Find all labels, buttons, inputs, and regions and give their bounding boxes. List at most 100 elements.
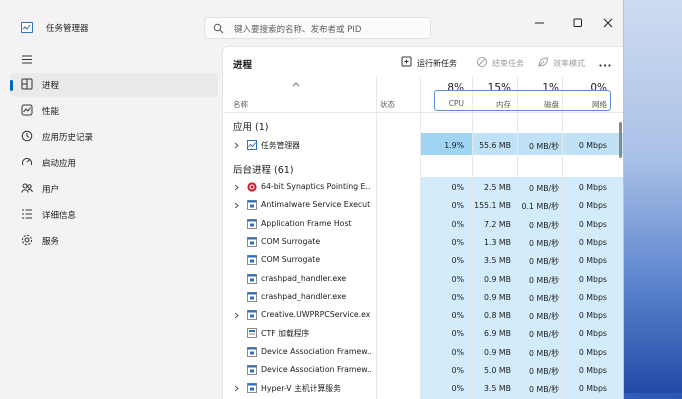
process-icon <box>247 273 257 284</box>
process-icon <box>247 365 257 375</box>
process-row[interactable]: Device Association Framew... 0% 0.9 MB 0 MB… <box>223 343 623 361</box>
process-icon <box>247 383 257 394</box>
cpu-cell: 1.9% <box>444 141 464 150</box>
sidebar-item-processes[interactable]: 进程 <box>10 73 218 97</box>
minimize-icon <box>535 22 544 24</box>
process-row[interactable]: Device Association Framew... 0% 5.0 MB 0 MB… <box>223 361 623 379</box>
expand-chevron-icon[interactable] <box>234 385 239 394</box>
minimize-button[interactable] <box>530 14 550 32</box>
memory-cell: 155.1 MB <box>474 201 511 211</box>
scrollbar-thumb[interactable] <box>619 122 622 158</box>
network-cell: 0 Mbps <box>578 329 607 339</box>
expand-chevron-icon[interactable] <box>234 184 239 193</box>
column-header-name[interactable]: 名称 <box>233 99 248 110</box>
network-cell: 0 Mbps <box>578 366 607 375</box>
memory-cell: 0.8 MB <box>484 311 511 321</box>
disk-cell: 0 MB/秒 <box>529 220 559 230</box>
memory-cell: 2.5 MB <box>484 183 511 192</box>
network-cell: 0 Mbps <box>578 384 607 394</box>
process-icon <box>247 310 257 321</box>
sidebar-item-services[interactable]: 服务 <box>10 229 218 253</box>
network-cell: 0 Mbps <box>578 183 607 192</box>
process-row[interactable]: COM Surrogate 0% 3.5 MB 0 MB/秒 0 Mbps <box>223 251 623 269</box>
header-divider <box>223 112 623 113</box>
column-header-status[interactable]: 状态 <box>380 99 395 110</box>
process-icon <box>247 218 257 229</box>
hamburger-menu-icon[interactable] <box>22 55 33 66</box>
cpu-cell: 0% <box>451 183 464 192</box>
sidebar-item-label: 用户 <box>42 185 60 195</box>
sidebar-item-performance[interactable]: 性能 <box>10 99 218 123</box>
process-row[interactable]: Antimalware Service Execut... 0% 155.1 MB 0… <box>223 196 623 214</box>
expand-chevron-icon[interactable] <box>234 312 239 321</box>
sidebar-item-label: 服务 <box>42 237 60 247</box>
task-manager-app-icon <box>21 22 33 33</box>
memory-cell: 0.9 MB <box>484 347 511 357</box>
process-row[interactable]: Hyper-V 主机计算服务 0% 3.5 MB 0 MB/秒 0 Mbps <box>223 379 623 397</box>
sidebar-item-details[interactable]: 详细信息 <box>10 203 218 227</box>
processes-icon <box>21 78 34 91</box>
efficiency-leaf-icon <box>537 56 549 70</box>
expand-chevron-icon[interactable] <box>234 202 239 211</box>
memory-cell: 6.9 MB <box>484 329 511 339</box>
maximize-button[interactable] <box>568 14 588 32</box>
process-name: crashpad_handler.exe <box>261 273 347 283</box>
title-bar[interactable]: 任务管理器 键入要搜索的名称、发布者或 PID <box>0 0 623 46</box>
sort-caret-icon[interactable] <box>292 80 300 89</box>
network-cell: 0 Mbps <box>578 141 607 150</box>
sidebar-item-startup-apps[interactable]: 启动应用 <box>10 151 218 175</box>
process-row[interactable]: Creative.UWPRPCService.ex... 0% 0.8 MB 0 MB… <box>223 306 623 324</box>
network-cell: 0 Mbps <box>578 347 607 357</box>
cpu-cell: 0% <box>451 366 464 375</box>
close-icon <box>603 18 613 28</box>
process-row[interactable]: CTF 加载程序 0% 6.9 MB 0 MB/秒 0 Mbps <box>223 324 623 342</box>
process-row[interactable]: crashpad_handler.exe 0% 0.9 MB 0 MB/秒 0 Mbps <box>223 288 623 306</box>
resource-columns-highlight <box>434 90 611 111</box>
memory-cell: 3.5 MB <box>484 384 511 394</box>
cpu-cell: 0% <box>451 274 464 284</box>
disk-cell: 0 MB/秒 <box>529 184 559 193</box>
network-cell: 0 Mbps <box>578 201 607 211</box>
group-title-background: 后台进程 (61) <box>233 165 294 176</box>
process-name: Antimalware Service Execut... <box>261 200 371 210</box>
sidebar-item-users[interactable]: 用户 <box>10 177 218 201</box>
synaptics-icon <box>247 182 257 192</box>
disk-cell: 0 MB/秒 <box>529 367 559 376</box>
network-cell: 0 Mbps <box>578 311 607 321</box>
network-cell: 0 Mbps <box>578 274 607 284</box>
disk-cell: 0 MB/秒 <box>529 257 559 267</box>
performance-icon <box>21 104 34 117</box>
sidebar-item-label: 性能 <box>42 107 60 117</box>
memory-cell: 0.9 MB <box>484 292 511 302</box>
disk-cell: 0 MB/秒 <box>529 275 559 285</box>
process-name: CTF 加载程序 <box>261 329 310 339</box>
disk-cell: 0 MB/秒 <box>529 293 559 303</box>
close-button[interactable] <box>598 14 618 32</box>
process-icon <box>247 255 257 266</box>
app-history-icon <box>21 130 34 143</box>
process-icon <box>247 346 257 357</box>
group-title-apps: 应用 (1) <box>233 122 269 133</box>
process-name: Device Association Framew... <box>261 346 371 356</box>
disk-cell: 0 MB/秒 <box>529 385 559 395</box>
search-placeholder: 键入要搜索的名称、发布者或 PID <box>234 25 362 35</box>
disk-cell: 0 MB/秒 <box>529 348 559 358</box>
process-name: Device Association Framew... <box>261 365 371 374</box>
more-options-icon[interactable] <box>599 60 611 69</box>
process-row[interactable]: Application Frame Host 0% 7.2 MB 0 MB/秒 0 Mb… <box>223 215 623 233</box>
end-task-label: 结束任务 <box>492 59 524 68</box>
process-icon <box>247 200 257 211</box>
process-row[interactable]: crashpad_handler.exe 0% 0.9 MB 0 MB/秒 0 Mbps <box>223 270 623 288</box>
cpu-cell: 0% <box>451 256 464 266</box>
sidebar-item-app-history[interactable]: 应用历史记录 <box>10 125 218 149</box>
expand-chevron-icon[interactable] <box>234 142 239 151</box>
cpu-cell: 0% <box>451 219 464 229</box>
process-row[interactable]: 64-bit Synaptics Pointing E... 0% 2.5 MB 0 … <box>223 178 623 196</box>
search-box[interactable]: 键入要搜索的名称、发布者或 PID <box>204 17 431 39</box>
disk-cell: 0 MB/秒 <box>529 238 559 248</box>
process-row[interactable]: COM Surrogate 0% 1.3 MB 0 MB/秒 0 Mbps <box>223 233 623 251</box>
process-name: 任务管理器 <box>261 141 300 150</box>
memory-cell: 7.2 MB <box>484 219 511 229</box>
cpu-cell: 0% <box>451 237 464 247</box>
process-row[interactable]: 任务管理器 1.9% 55.6 MB 0 MB/秒 0 Mbps <box>223 136 623 154</box>
